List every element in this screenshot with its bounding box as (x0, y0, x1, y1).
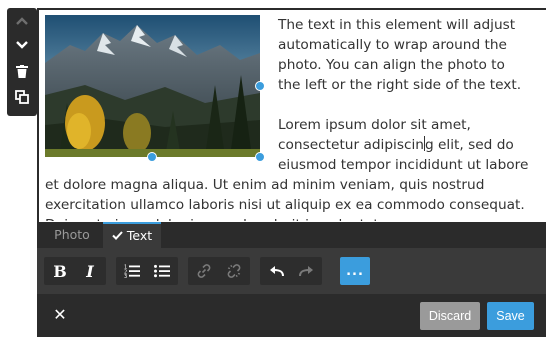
link-group (188, 257, 250, 285)
undo-button[interactable] (261, 257, 291, 285)
editable-content[interactable]: The text in this element will adjust aut… (45, 15, 531, 221)
photo[interactable] (45, 15, 265, 162)
bold-button[interactable]: B (45, 257, 75, 285)
redo-icon (298, 266, 313, 277)
history-group (260, 257, 322, 285)
ordered-list-icon: 1 2 3 (124, 265, 140, 278)
redo-button[interactable] (291, 257, 321, 285)
move-down-button[interactable] (7, 34, 37, 56)
unlink-button[interactable] (219, 257, 249, 285)
tab-photo-label: Photo (54, 227, 90, 242)
tabs-bar: Photo Text (37, 222, 546, 248)
panel-footer: ✕ Discard Save (37, 294, 546, 337)
resize-handle-right[interactable] (255, 81, 265, 91)
close-icon: ✕ (53, 305, 67, 324)
link-button[interactable] (189, 257, 219, 285)
format-toolbar: B I 1 2 3 ... (37, 248, 546, 294)
resize-handle-corner[interactable] (255, 152, 265, 162)
text-style-group: B I (44, 257, 106, 285)
italic-icon: I (86, 261, 94, 281)
undo-icon (269, 266, 284, 277)
unordered-list-icon (154, 264, 170, 278)
delete-button[interactable] (7, 60, 37, 82)
unlink-icon (227, 264, 241, 278)
tab-text[interactable]: Text (103, 222, 161, 248)
ordered-list-button[interactable]: 1 2 3 (117, 257, 147, 285)
tab-text-label: Text (126, 228, 153, 243)
trash-icon (16, 64, 28, 78)
svg-text:3: 3 (124, 274, 127, 278)
more-options-button[interactable]: ... (340, 257, 370, 285)
editor-panel: Photo Text B I 1 2 3 ... ✕ Discard Save (37, 222, 546, 337)
copy-icon (15, 90, 29, 104)
italic-button[interactable]: I (75, 257, 105, 285)
list-group: 1 2 3 (116, 257, 178, 285)
duplicate-button[interactable] (7, 86, 37, 108)
more-options-label: ... (346, 263, 364, 279)
element-side-toolbar (7, 8, 37, 116)
bold-icon: B (53, 261, 67, 281)
unordered-list-button[interactable] (147, 257, 177, 285)
tab-photo[interactable]: Photo (43, 222, 101, 248)
save-button[interactable]: Save (487, 302, 534, 330)
text-photo-element[interactable]: The text in this element will adjust aut… (37, 8, 546, 222)
discard-button[interactable]: Discard (420, 302, 480, 330)
close-button[interactable]: ✕ (51, 304, 69, 326)
resize-handle-bottom[interactable] (147, 152, 157, 162)
mountain-photo-image (45, 15, 260, 157)
chevron-down-icon (16, 41, 28, 49)
check-icon (112, 231, 123, 240)
link-icon (197, 264, 211, 278)
move-up-button[interactable] (7, 10, 37, 32)
chevron-up-icon (16, 17, 28, 25)
